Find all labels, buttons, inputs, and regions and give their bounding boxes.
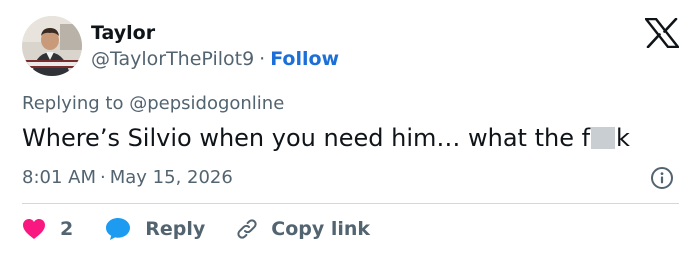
divider	[22, 203, 679, 204]
reply-mention-link[interactable]: @pepsidogonline	[129, 93, 284, 114]
speech-bubble-icon	[106, 218, 131, 240]
tweet-text-end: k	[616, 124, 630, 152]
user-handle[interactable]: @TaylorThePilot9	[91, 48, 254, 70]
avatar[interactable]	[22, 16, 82, 76]
tweet-text-start: Where’s Silvio when you need him… what t…	[22, 124, 591, 152]
timestamp[interactable]: 8:01 AM · May 15, 2026	[22, 166, 233, 190]
reply-label: Reply	[145, 218, 206, 240]
separator-dot: ·	[259, 48, 266, 70]
reply-context: Replying to @pepsidogonline	[22, 92, 284, 116]
tweet-time: 8:01 AM	[22, 167, 96, 188]
display-name[interactable]: Taylor	[91, 21, 155, 45]
tweet-card: Taylor @TaylorThePilot9 · Follow Replying …	[0, 0, 700, 256]
x-logo-icon[interactable]	[644, 17, 680, 49]
follow-button[interactable]: Follow	[270, 48, 339, 70]
heart-icon	[23, 219, 45, 239]
copy-link-label: Copy link	[271, 218, 371, 240]
separator-dot: ·	[100, 167, 106, 188]
action-bar: 2 Reply Copy link	[22, 214, 370, 244]
like-count: 2	[60, 218, 74, 240]
like-button[interactable]: 2	[22, 218, 73, 240]
tweet-date: May 15, 2026	[109, 167, 233, 188]
handle-row: @TaylorThePilot9 · Follow	[91, 47, 339, 71]
reply-context-prefix: Replying to	[22, 93, 124, 114]
censor-bar	[591, 127, 616, 149]
copy-link-button[interactable]: Copy link	[235, 217, 370, 241]
info-icon[interactable]	[650, 166, 674, 190]
link-icon	[237, 219, 257, 239]
tweet-text: Where’s Silvio when you need him… what t…	[22, 122, 630, 154]
reply-button[interactable]: Reply	[105, 217, 205, 241]
avatar-photo	[22, 16, 82, 76]
